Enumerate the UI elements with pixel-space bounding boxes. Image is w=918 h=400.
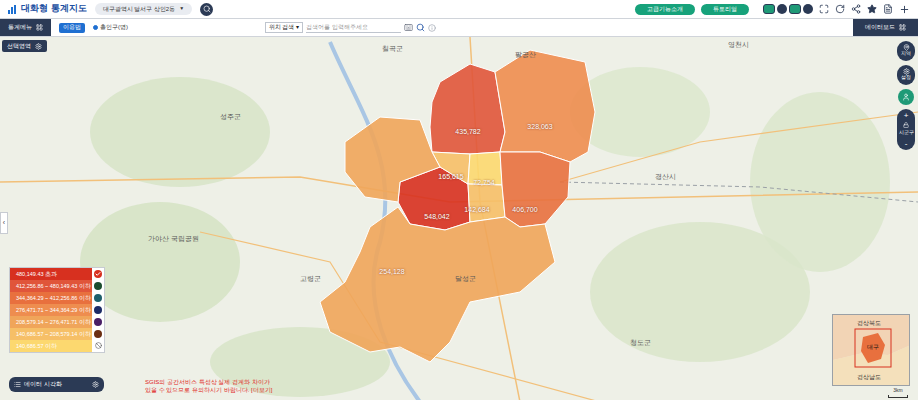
map-canvas[interactable] — [0, 37, 918, 400]
region-value: 142,684 — [464, 205, 489, 216]
minimap-label: 경상북도 — [857, 319, 881, 328]
place-label: 칠곡군 — [382, 44, 403, 55]
toggle-icon[interactable] — [803, 4, 813, 14]
plus-icon[interactable] — [899, 4, 910, 15]
region-value: 548,042 — [424, 212, 449, 223]
place-label: 청도군 — [630, 338, 651, 349]
toggle-icon[interactable] — [763, 4, 775, 14]
palette-dot[interactable] — [94, 330, 102, 338]
palette-dot[interactable] — [94, 282, 102, 290]
region-value: 406,700 — [512, 205, 537, 216]
location-search-button[interactable] — [200, 3, 213, 16]
bar-chart-icon — [8, 5, 17, 14]
star-icon[interactable] — [867, 4, 877, 14]
visualize-button[interactable]: 데이터 시각화 — [9, 377, 104, 392]
notice-line: 있을 수 있으므로 유의하시기 바랍니다. [더보기] — [145, 386, 272, 394]
zoom-control: + 시군구 - — [897, 109, 915, 150]
search-icon[interactable] — [416, 23, 425, 32]
legend-item[interactable]: 140,686.57 ~ 208,579.14 이하 — [10, 328, 92, 340]
location-select[interactable]: 대구광역시 달서구 상인2동▼ — [95, 3, 193, 15]
region-control[interactable]: 지역 — [897, 41, 915, 61]
pin-icon — [903, 44, 910, 51]
list-icon — [14, 381, 21, 388]
keyboard-icon[interactable] — [404, 23, 413, 32]
no-palette-icon[interactable] — [95, 342, 102, 349]
stat-menu-button[interactable]: 통계메뉴 — [0, 19, 51, 36]
palette-dot[interactable] — [94, 270, 102, 278]
legend-item[interactable]: 344,364.29 ~ 412,256.86 이하 — [10, 292, 92, 304]
legend-item[interactable]: 480,149.43 초과 — [10, 268, 92, 280]
minimap-label: 경상남도 — [857, 373, 881, 382]
app: 대화형 통계지도 대구광역시 달서구 상인2동▼ 고급기능소개 튜토리얼통계메뉴 이용법… — [0, 0, 918, 400]
zoom-in-button[interactable]: + — [904, 111, 909, 120]
place-label: 고령군 — [300, 274, 321, 285]
place-label: 팔공산 — [515, 50, 536, 61]
map[interactable]: 칠곡군팔공산 영천시성주군경산시가야산 국립공원고령군 달성군청도군 548,042 4… — [0, 37, 918, 400]
region-value: 254,128 — [379, 267, 404, 278]
place-label: 경산시 — [655, 172, 676, 183]
grid-icon — [899, 24, 906, 31]
check-icon — [95, 271, 101, 277]
toggle-icon[interactable] — [777, 4, 787, 14]
indicator-label[interactable]: 총인구(명) — [93, 23, 128, 32]
document-icon[interactable] — [883, 4, 893, 14]
grid-icon — [36, 24, 43, 31]
region-value: 328,063 — [527, 122, 552, 133]
palette-dot[interactable] — [94, 306, 102, 314]
side-panel-tab[interactable]: ‹ — [0, 212, 8, 234]
selected-area-button[interactable]: 선택영역 — [2, 40, 47, 52]
share-icon[interactable] — [851, 4, 861, 14]
radio-dot — [93, 25, 98, 30]
minimap-label: 대구 — [867, 343, 879, 352]
info-icon[interactable] — [428, 24, 436, 32]
streetview-control[interactable] — [898, 89, 914, 105]
person-icon — [902, 93, 910, 101]
header-button[interactable]: 고급기능소개 — [635, 4, 695, 15]
refresh-icon[interactable] — [835, 4, 845, 14]
gear-icon — [92, 381, 99, 388]
region-value: 72,754 — [473, 178, 494, 189]
legend-item[interactable]: 208,579.14 ~ 276,471.71 이하 — [10, 316, 92, 328]
region-shape[interactable] — [468, 184, 505, 222]
legend-item[interactable]: 140,686.57 이하 — [10, 340, 92, 352]
region-shape[interactable] — [430, 64, 505, 154]
region-shape[interactable] — [495, 50, 595, 162]
search-icon — [203, 5, 211, 13]
header: 대화형 통계지도 대구광역시 달서구 상인2동▼ 고급기능소개 튜토리얼 — [0, 0, 918, 19]
databoard-button[interactable]: 데이터보드 — [853, 19, 918, 36]
notice: SGIS의 공간서비스 특성상 실제 경계와 차이가있을 수 있으므로 유의하시… — [145, 378, 272, 394]
place-label: 성주군 — [220, 112, 241, 123]
guide-badge[interactable]: 이용법 — [59, 23, 85, 33]
toolbar: 통계메뉴 이용법 총인구(명) 위치 검색▾ 데이터보드 — [0, 19, 918, 37]
search-type-select[interactable]: 위치 검색▾ — [265, 22, 304, 33]
legend-item[interactable]: 276,471.71 ~ 344,364.29 이하 — [10, 304, 92, 316]
map-controls: 지역설정 + 시군구 - — [897, 41, 915, 150]
zoom-out-button[interactable]: - — [905, 139, 908, 148]
header-button[interactable]: 튜토리얼 — [701, 4, 749, 15]
palette-dot[interactable] — [94, 294, 102, 302]
scale-bar: 3km — [888, 387, 908, 398]
logo[interactable]: 대화형 통계지도 — [8, 2, 87, 16]
palette-dot[interactable] — [94, 318, 102, 326]
search-input[interactable] — [306, 23, 401, 33]
place-label: 달성군 — [455, 274, 476, 285]
place-label: 가야산 국립공원 — [148, 234, 199, 245]
toggle-icon[interactable] — [789, 4, 801, 14]
gear-icon — [35, 43, 42, 50]
fullscreen-icon[interactable] — [819, 4, 829, 14]
gear-icon — [903, 68, 910, 75]
region-shape[interactable] — [500, 152, 570, 227]
zoom-level-label: 시군구 — [899, 130, 914, 137]
region-shape[interactable] — [320, 117, 555, 362]
legend: 480,149.43 초과412,256.86 ~ 480,149.43 이하3… — [9, 267, 105, 353]
place-label: 영천시 — [728, 40, 749, 51]
region-value: 435,782 — [455, 127, 480, 138]
notice-line: SGIS의 공간서비스 특성상 실제 경계와 차이가 — [145, 378, 272, 386]
lock-icon — [903, 122, 909, 128]
minimap[interactable]: 경상북도대구경상남도 — [832, 314, 910, 386]
settings-control[interactable]: 설정 — [897, 65, 915, 85]
legend-item[interactable]: 412,256.86 ~ 480,149.43 이하 — [10, 280, 92, 292]
region-value: 165,615 — [438, 172, 463, 183]
